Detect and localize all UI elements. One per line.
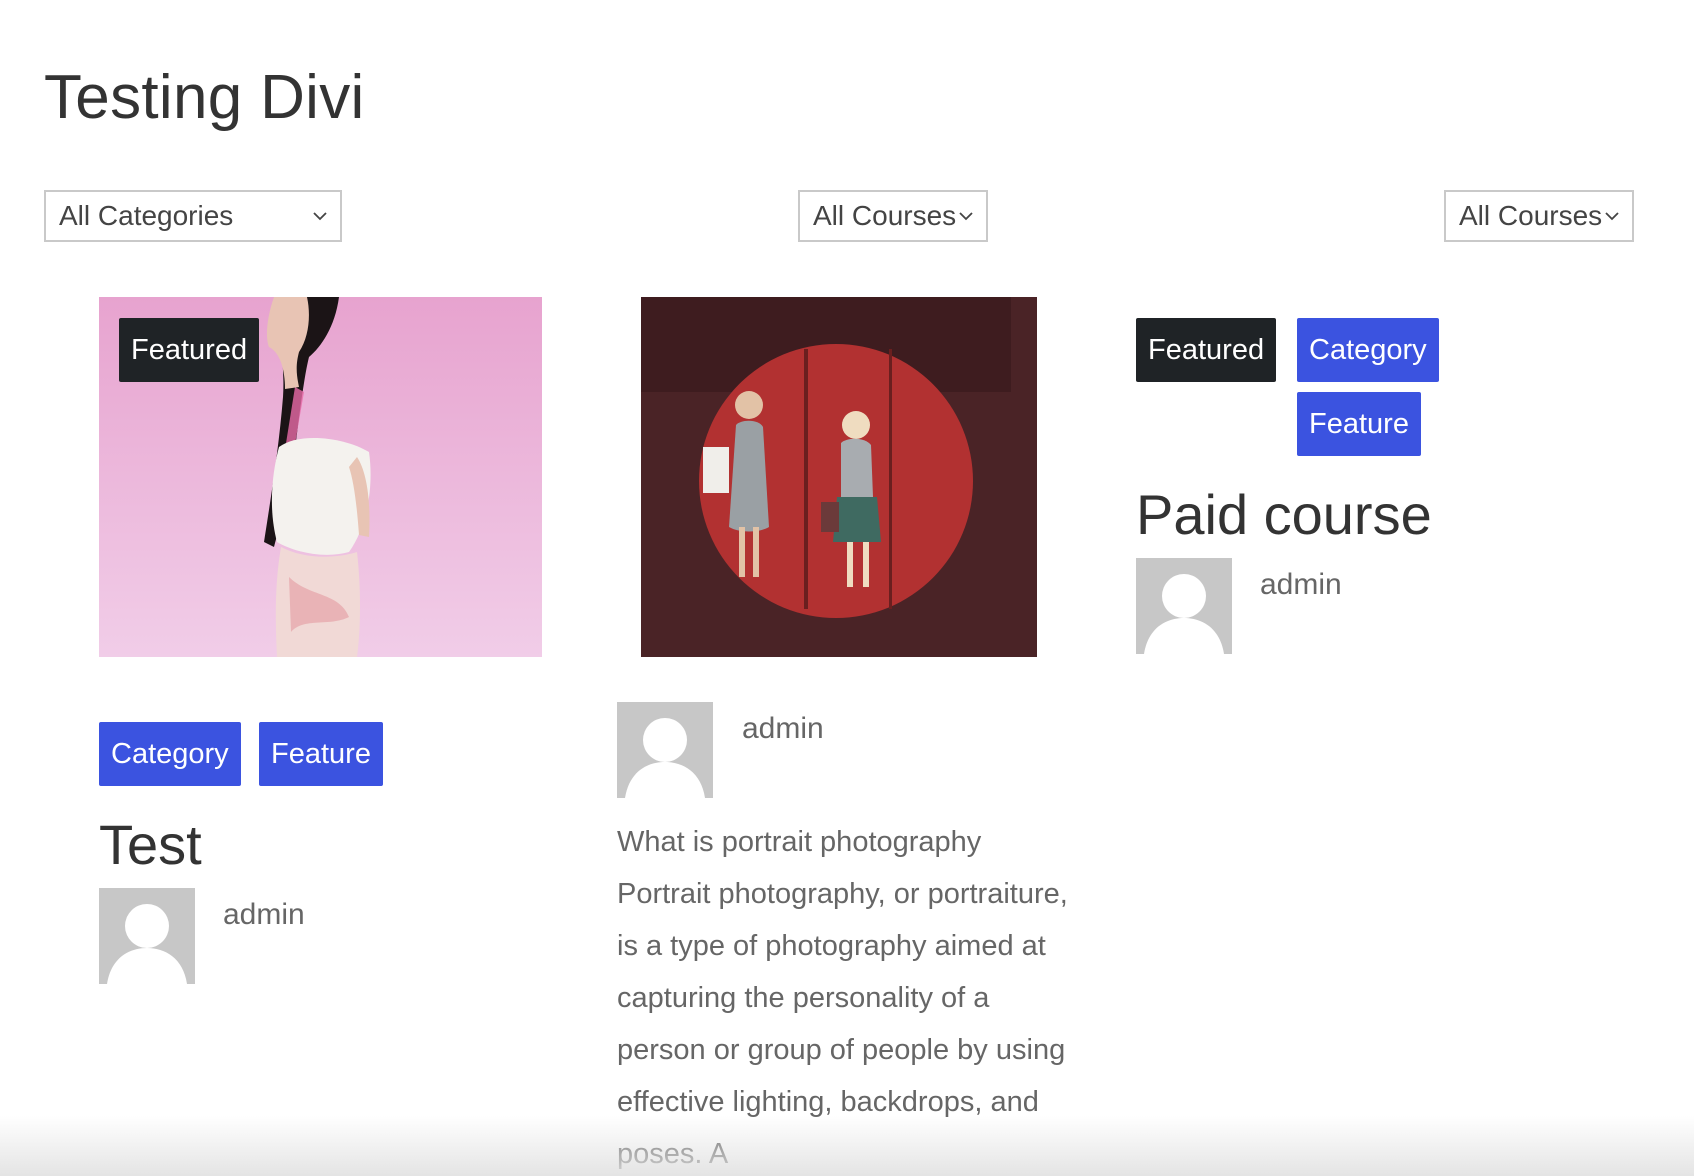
category-tag[interactable]: Category: [1297, 318, 1439, 382]
course-filter-value: All Courses: [1459, 200, 1603, 231]
chevron-down-icon: [313, 212, 327, 221]
author-name[interactable]: admin: [742, 712, 824, 746]
page: Testing Divi All Categories All Courses …: [0, 0, 1694, 1176]
default-user-icon: [1144, 574, 1224, 654]
featured-badge: Featured: [1136, 318, 1277, 382]
author-avatar: [617, 702, 713, 798]
course-title[interactable]: Test: [99, 812, 202, 877]
category-filter-value: All Categories: [59, 200, 234, 231]
category-filter-select[interactable]: All Categories: [44, 190, 342, 242]
author-name[interactable]: admin: [1260, 568, 1342, 602]
default-user-icon: [107, 904, 187, 984]
author-avatar: [1136, 558, 1232, 654]
feature-tag[interactable]: Feature: [259, 722, 383, 786]
course-thumbnail[interactable]: [641, 297, 1037, 657]
course-title[interactable]: Paid course: [1136, 482, 1432, 547]
page-title: Testing Divi: [44, 63, 365, 132]
course-excerpt: What is portrait photography Portrait ph…: [617, 826, 1068, 1170]
course-filter-select[interactable]: All Courses: [798, 190, 988, 242]
chevron-down-icon: [959, 212, 973, 221]
author-name[interactable]: admin: [223, 898, 305, 932]
portrait-photography-image: [641, 297, 1037, 657]
category-tag[interactable]: Category: [99, 722, 241, 786]
author-avatar: [99, 888, 195, 984]
course-filter-select-secondary[interactable]: All Courses: [1444, 190, 1634, 242]
course-filter-value: All Courses: [813, 200, 957, 231]
feature-tag[interactable]: Feature: [1297, 392, 1421, 456]
chevron-down-icon: [1605, 212, 1619, 221]
default-user-icon: [625, 718, 705, 798]
featured-badge: Featured: [119, 318, 260, 382]
